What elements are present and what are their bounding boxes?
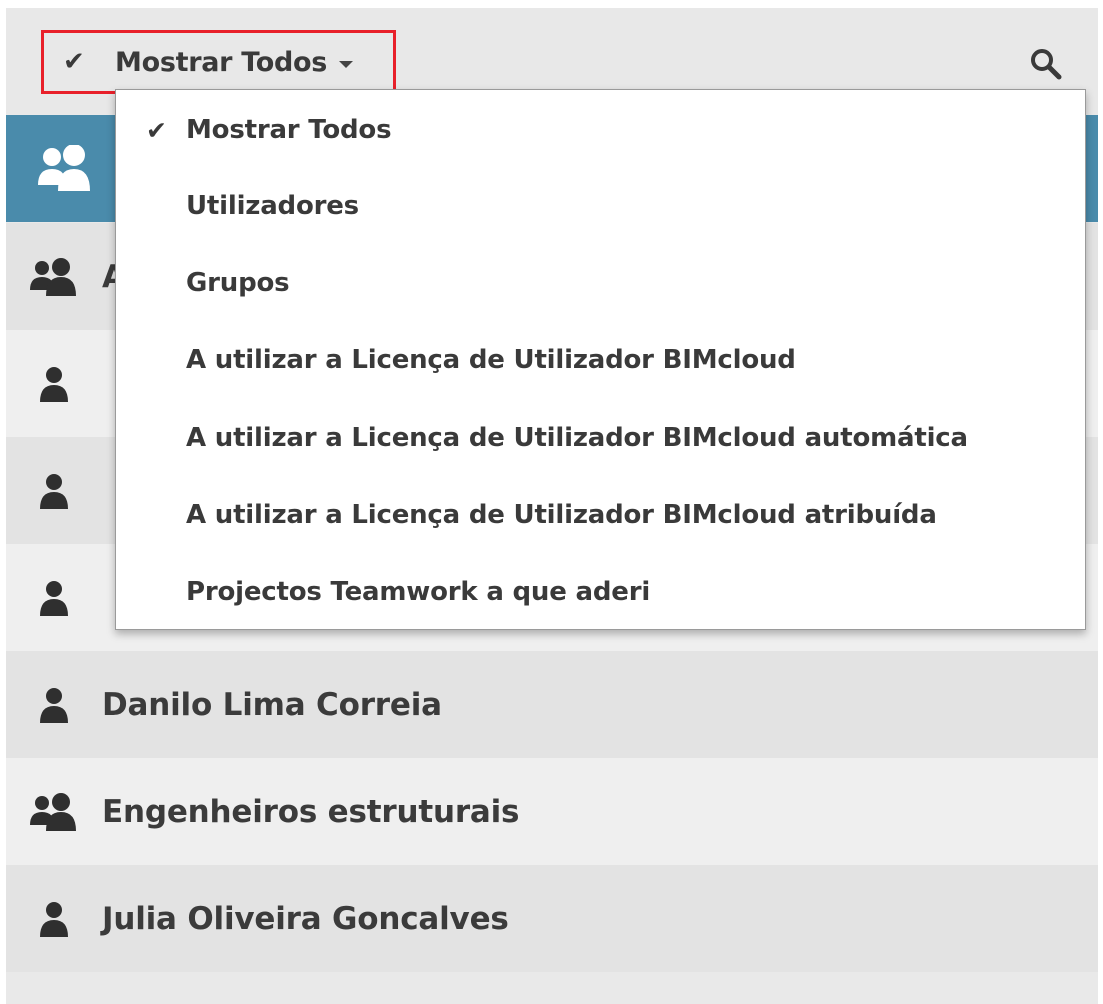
user-icon [6, 687, 102, 723]
user-icon [6, 473, 102, 509]
option-label: Mostrar Todos [186, 115, 392, 145]
user-icon [6, 901, 102, 937]
filter-dropdown-menu: ✔ Mostrar Todos Utilizadores Grupos A utiliz… [115, 89, 1086, 630]
option-label: Projectos Teamwork a que aderi [186, 577, 651, 607]
user-row[interactable]: Danilo Lima Correia [6, 651, 1098, 758]
group-icon [38, 145, 90, 191]
option-label: Utilizadores [186, 191, 359, 221]
caret-down-icon [339, 60, 354, 68]
filter-option[interactable]: ✔ Mostrar Todos [116, 92, 1085, 168]
option-check-icon [116, 192, 186, 221]
row-name: Julia Oliveira Goncalves [102, 900, 509, 937]
option-check-icon [116, 424, 186, 453]
user-icon [6, 366, 102, 402]
filter-option[interactable]: A utilizar a Licença de Utilizador BIMcl… [116, 322, 1085, 398]
user-row[interactable]: Julia Oliveira Goncalves [6, 865, 1098, 972]
row-name: Danilo Lima Correia [102, 686, 442, 723]
filter-option[interactable]: Projectos Teamwork a que aderi [116, 554, 1085, 630]
option-label: A utilizar a Licença de Utilizador BIMcl… [186, 345, 796, 375]
check-icon: ✔ [63, 47, 85, 77]
search-icon[interactable] [1028, 46, 1064, 82]
user-icon [6, 580, 102, 616]
option-check-icon [116, 501, 186, 530]
filter-option[interactable]: Utilizadores [116, 168, 1085, 244]
row-name: Engenheiros estruturais [102, 793, 520, 830]
group-icon [6, 792, 102, 831]
members-panel: ✔ Mostrar Todos A Danilo Lima Correia Enge… [6, 8, 1098, 1004]
filter-option[interactable]: Grupos [116, 245, 1085, 321]
filter-dropdown-toggle[interactable]: ✔ Mostrar Todos [41, 30, 396, 94]
filter-option[interactable]: A utilizar a Licença de Utilizador BIMcl… [116, 400, 1085, 476]
filter-option[interactable]: A utilizar a Licença de Utilizador BIMcl… [116, 477, 1085, 553]
group-row[interactable]: Engenheiros estruturais [6, 758, 1098, 865]
filter-selected-label: Mostrar Todos [115, 46, 328, 78]
option-label: A utilizar a Licença de Utilizador BIMcl… [186, 423, 968, 453]
option-check-icon [116, 269, 186, 298]
option-check-icon: ✔ [146, 115, 167, 145]
group-icon [6, 257, 102, 296]
option-check-icon [116, 346, 186, 375]
option-check-icon [116, 578, 186, 607]
option-label: Grupos [186, 268, 290, 298]
option-label: A utilizar a Licença de Utilizador BIMcl… [186, 500, 937, 530]
